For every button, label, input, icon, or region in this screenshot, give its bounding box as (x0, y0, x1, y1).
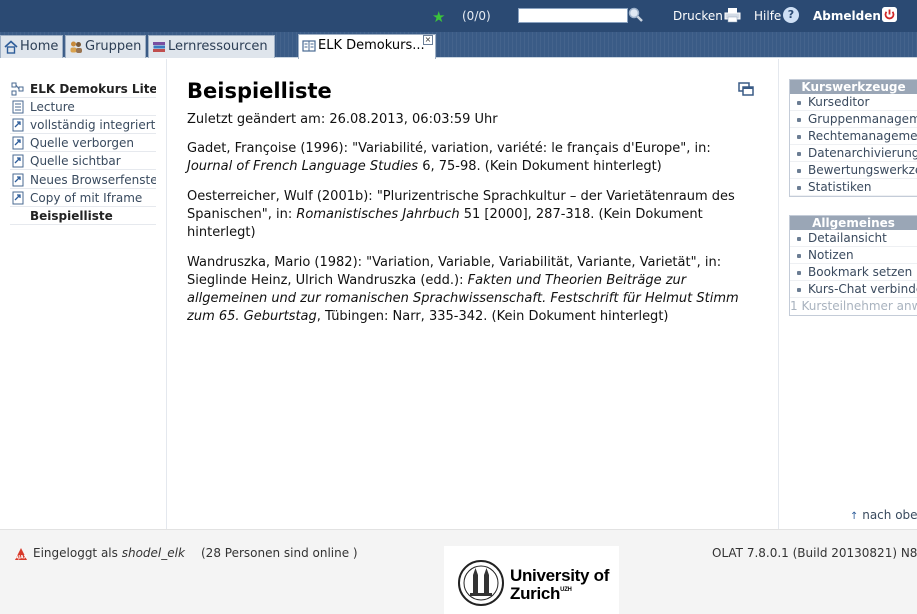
course-tools-box: Kurswerkzeuge Kurseditor Gruppenmanageme… (789, 79, 917, 197)
version-info: OLAT 7.8.0.1 (Build 20130821) N8 (712, 546, 917, 560)
nav-item-integrated[interactable]: vollständig integriert (10, 117, 156, 134)
books-icon (153, 42, 165, 52)
course-icon (302, 40, 316, 52)
bullet-icon (797, 152, 801, 156)
groups-icon (70, 41, 82, 53)
link-page-icon (12, 136, 24, 150)
uzh-seal-icon (458, 560, 504, 606)
tab-label: Home (20, 39, 59, 54)
general-bookmark[interactable]: Bookmark setzen (790, 264, 917, 281)
bullet-icon (797, 169, 801, 173)
ajax-icon: AJAX (15, 548, 28, 561)
search-icon[interactable] (627, 6, 645, 24)
username: shodel_elk (121, 546, 185, 560)
uzh-name-line2: ZurichUZH (510, 584, 572, 603)
course-navigation: ELK Demokurs Liter Lecture vollständig i… (0, 59, 167, 529)
tab-label: Lernressourcen (168, 39, 268, 54)
tool-data-archiving[interactable]: Datenarchivierung (790, 145, 917, 162)
close-tab-icon[interactable]: × (423, 35, 433, 45)
last-modified: Zuletzt geändert am: 26.08.2013, 06:03:5… (187, 112, 498, 127)
bullet-icon (797, 118, 801, 122)
printer-icon[interactable] (724, 7, 741, 23)
users-online[interactable]: (28 Personen sind online ) (201, 546, 358, 560)
bullet-icon (797, 101, 801, 105)
uzh-name-line1: University of (510, 566, 610, 585)
participants-online: 1 Kursteilnehmer anwesend (790, 299, 917, 313)
page-title: Beispielliste (187, 79, 332, 103)
tab-label: Gruppen (85, 39, 142, 54)
box-title: Allgemeines (790, 216, 917, 230)
back-to-top-link[interactable]: ↑ nach oben (850, 508, 917, 522)
footer: AJAX Eingeloggt als shodel_elk (28 Perso… (0, 529, 917, 614)
help-icon[interactable]: ? (783, 7, 799, 23)
tool-group-management[interactable]: Gruppenmanagement (790, 111, 917, 128)
right-sidebar: Kurswerkzeuge Kurseditor Gruppenmanageme… (778, 59, 917, 529)
general-course-chat[interactable]: Kurs-Chat verbinden (790, 281, 917, 298)
link-page-icon (12, 191, 24, 205)
print-view-icon[interactable] (738, 82, 754, 96)
logout-link[interactable]: Abmelden (813, 9, 881, 23)
bullet-icon (797, 288, 801, 292)
tab-bar: Home Gruppen Lernressourcen ELK Demokurs… (0, 32, 917, 59)
link-page-icon (12, 173, 24, 187)
tab-home[interactable]: Home (0, 35, 63, 58)
general-detail-view[interactable]: Detailansicht (790, 230, 917, 247)
literature-entry: Oesterreicher, Wulf (2001b): "Plurizentr… (187, 189, 735, 240)
main-content: Beispielliste Zuletzt geändert am: 26.08… (187, 79, 747, 324)
top-bar: ★ (0/0) Drucken Hilfe ? Abmelden (0, 0, 917, 32)
nav-item-iframe-copy[interactable]: Copy of mit Iframe (10, 190, 156, 207)
page-icon (12, 100, 24, 114)
bullet-icon (797, 186, 801, 190)
course-tree-icon (11, 82, 24, 96)
general-notes[interactable]: Notizen (790, 247, 917, 264)
help-link[interactable]: Hilfe (754, 9, 781, 23)
nav-item-example-list[interactable]: Beispielliste (10, 208, 156, 225)
tab-learning-resources[interactable]: Lernressourcen (148, 35, 275, 58)
uzh-logo[interactable]: University of ZurichUZH (444, 546, 619, 614)
bullet-icon (797, 237, 801, 241)
arrow-up-icon: ↑ (850, 511, 859, 522)
tool-statistics[interactable]: Statistiken (790, 179, 917, 196)
home-icon (4, 40, 18, 54)
svg-text:AJAX: AJAX (15, 555, 28, 561)
nav-item-source-visible[interactable]: Quelle sichtbar (10, 153, 156, 170)
nav-item-source-hidden[interactable]: Quelle verborgen (10, 135, 156, 152)
bullet-icon (797, 254, 801, 258)
star-icon[interactable]: ★ (432, 8, 445, 26)
search-input[interactable] (518, 8, 628, 23)
literature-entry: Wandruszka, Mario (1982): "Variation, Va… (187, 255, 739, 324)
tab-label: ELK Demokurs... (318, 38, 425, 53)
bookmark-count: (0/0) (462, 9, 491, 23)
box-title: Kurswerkzeuge (790, 80, 917, 94)
literature-entry: Gadet, Françoise (1996): "Variabilité, v… (187, 141, 711, 174)
tab-course[interactable]: ELK Demokurs... × (298, 34, 436, 59)
tool-rights-management[interactable]: Rechtemanagement (790, 128, 917, 145)
bullet-icon (797, 135, 801, 139)
tool-course-editor[interactable]: Kurseditor (790, 94, 917, 111)
tool-assessment[interactable]: Bewertungswerkzeug (790, 162, 917, 179)
nav-item-new-window[interactable]: Neues Browserfenster (10, 172, 156, 189)
general-box: Allgemeines Detailansicht Notizen Bookma… (789, 215, 917, 316)
nav-item-lecture[interactable]: Lecture (10, 99, 156, 116)
link-page-icon (12, 154, 24, 168)
logged-in-as: Eingeloggt als shodel_elk (33, 546, 185, 560)
bullet-icon (797, 271, 801, 275)
power-icon[interactable] (882, 7, 897, 22)
tab-groups[interactable]: Gruppen (65, 35, 146, 58)
print-link[interactable]: Drucken (673, 9, 723, 23)
nav-item-course-root[interactable]: ELK Demokurs Liter (10, 81, 156, 98)
link-page-icon (12, 118, 24, 132)
